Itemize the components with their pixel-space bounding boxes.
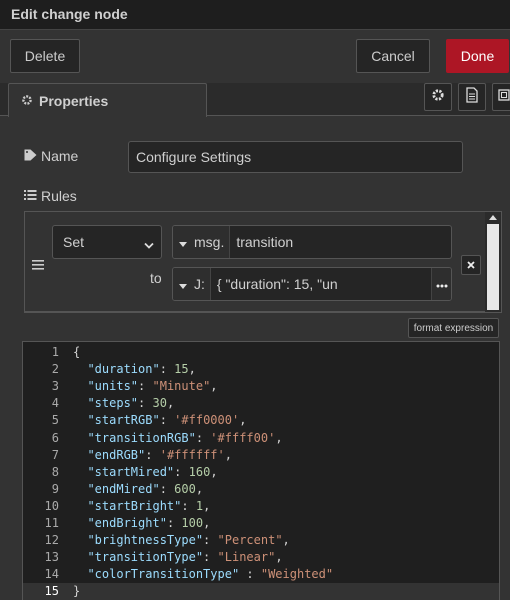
- name-label: Name: [24, 147, 78, 165]
- line-number: 13: [44, 550, 59, 565]
- property-type-button[interactable]: msg.: [173, 226, 231, 258]
- code-text: "endRGB": '#ffffff',: [87, 447, 232, 462]
- scrollbar-thumb[interactable]: [487, 224, 499, 310]
- done-button[interactable]: Done: [446, 39, 509, 73]
- code-text: "endMired": 600,: [87, 481, 204, 496]
- name-label-text: Name: [41, 148, 79, 164]
- expand-editor-button[interactable]: [431, 268, 451, 300]
- code-text: "duration": 15,: [87, 362, 196, 377]
- line-number: 7: [51, 447, 59, 462]
- code-line[interactable]: 1{: [23, 344, 499, 361]
- scroll-up-icon[interactable]: [489, 215, 497, 220]
- cancel-button[interactable]: Cancel: [356, 39, 430, 73]
- line-number: 15: [44, 584, 59, 599]
- rules-list: Set msg. transition to J: {"duration": …: [24, 211, 502, 313]
- line-number: 1: [51, 345, 59, 359]
- code-text: "startRGB": '#ff0000',: [87, 413, 247, 428]
- tab-bar: Properties: [0, 83, 510, 117]
- code-text: "brightnessType": "Percent",: [87, 533, 290, 548]
- close-icon: [467, 256, 475, 274]
- gear-icon: [431, 88, 445, 107]
- rules-scrollbar[interactable]: [485, 212, 501, 312]
- line-number: 5: [51, 413, 59, 428]
- jsonata-type-label: J:: [194, 276, 205, 292]
- code-line[interactable]: 15}: [23, 583, 499, 600]
- code-text: "units": "Minute",: [87, 379, 218, 394]
- settings-tab-button[interactable]: [424, 83, 452, 111]
- appearance-tab-button[interactable]: [492, 83, 510, 111]
- code-line[interactable]: 13 "transitionType": "Linear",: [23, 549, 499, 566]
- line-number: 8: [51, 464, 59, 479]
- line-number: 2: [51, 362, 59, 377]
- caret-down-icon: [179, 234, 187, 250]
- line-number: 11: [44, 516, 59, 530]
- tag-icon: [24, 148, 41, 164]
- code-line[interactable]: 7 "endRGB": '#ffffff',: [23, 447, 499, 464]
- code-text: "startBright": 1,: [87, 498, 211, 513]
- caret-down-icon: [179, 276, 187, 292]
- dialog-titlebar: Edit change node: [0, 0, 510, 30]
- code-text: "startMired": 160,: [87, 464, 218, 479]
- code-line[interactable]: 10 "startBright": 1,: [23, 498, 499, 515]
- code-text: "colorTransitionType" : "Weighted": [87, 567, 334, 582]
- value-preview: { "duration": 15, "un: [216, 276, 338, 292]
- dialog-title: Edit change node: [11, 6, 128, 22]
- rule-value-input[interactable]: J: { "duration": 15, "un: [172, 267, 452, 301]
- property-type-label: msg.: [194, 234, 225, 250]
- frame-icon: [497, 88, 510, 107]
- line-number: 6: [51, 430, 59, 445]
- code-text: "endBright": 100,: [87, 516, 211, 530]
- ellipsis-icon: [436, 275, 448, 293]
- document-icon: [465, 86, 479, 108]
- line-number: 10: [44, 498, 59, 513]
- value-type-button[interactable]: J:: [173, 268, 211, 300]
- tab-properties[interactable]: Properties: [8, 83, 207, 117]
- rule-action-value: Set: [63, 234, 85, 250]
- line-number: 3: [51, 379, 59, 394]
- property-value: transition: [236, 234, 294, 250]
- code-line[interactable]: 11 "endBright": 100,: [23, 515, 499, 532]
- code-line[interactable]: 3 "units": "Minute",: [23, 378, 499, 395]
- to-label: to: [150, 270, 162, 286]
- rule-property-input[interactable]: msg. transition: [172, 225, 452, 259]
- line-number: 4: [51, 396, 59, 411]
- delete-button[interactable]: Delete: [10, 39, 80, 73]
- tab-properties-label: Properties: [39, 92, 109, 109]
- code-line[interactable]: 14 "colorTransitionType" : "Weighted": [23, 566, 499, 583]
- code-line[interactable]: 9 "endMired": 600,: [23, 481, 499, 498]
- rule-action-select[interactable]: Set: [52, 225, 162, 259]
- code-line[interactable]: 6 "transitionRGB": '#ffff00',: [23, 430, 499, 447]
- gear-icon: [21, 93, 33, 109]
- rule-row: Set msg. transition to J: {"duration": …: [25, 212, 486, 312]
- code-line[interactable]: 2 "duration": 15,: [23, 361, 499, 378]
- name-input[interactable]: Configure Settings: [128, 141, 463, 173]
- line-number: 14: [44, 567, 59, 582]
- code-text: {: [73, 345, 81, 359]
- format-expression-button[interactable]: format expression: [408, 318, 499, 338]
- line-number: 12: [44, 533, 59, 548]
- code-text: "transitionType": "Linear",: [87, 550, 283, 565]
- drag-handle-icon[interactable]: [32, 257, 44, 275]
- code-line[interactable]: 12 "brightnessType": "Percent",: [23, 532, 499, 549]
- rules-label: Rules: [24, 187, 77, 205]
- expression-editor[interactable]: 1{2 "duration": 15, 3 "units": "Minute", 4…: [22, 341, 500, 600]
- remove-rule-button[interactable]: [461, 255, 481, 275]
- code-text: "transitionRGB": '#ffff00',: [87, 430, 283, 445]
- code-line[interactable]: 8 "startMired": 160,: [23, 464, 499, 481]
- code-line[interactable]: 5 "startRGB": '#ff0000',: [23, 412, 499, 429]
- line-number: 9: [51, 481, 59, 496]
- rules-label-text: Rules: [41, 188, 77, 204]
- code-text: }: [73, 584, 81, 599]
- description-tab-button[interactable]: [458, 83, 486, 111]
- code-line[interactable]: 4 "steps": 30,: [23, 395, 499, 412]
- chevron-down-icon: [144, 237, 154, 253]
- code-text: "steps": 30,: [87, 396, 175, 411]
- list-icon: [24, 188, 41, 204]
